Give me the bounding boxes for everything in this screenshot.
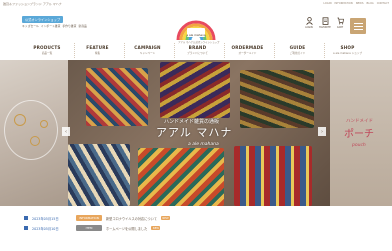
hero-caption-script: a ale mahana [188, 142, 219, 147]
sublink-new-items[interactable]: 新商品 [78, 24, 86, 28]
news-title[interactable]: 新型コロナウイルスの対応について [106, 216, 157, 221]
top-link-login[interactable]: LOGIN [323, 2, 331, 5]
nav-feature-label: FEATURE [86, 45, 109, 50]
calendar-icon [24, 216, 28, 220]
menu-line-icon [353, 28, 363, 30]
favorite-button[interactable]: FAVORITE [318, 17, 332, 29]
top-link-blog[interactable]: BLOG [367, 2, 374, 5]
nav-brand-sub: ブランドについて [187, 52, 208, 55]
right-caption-script: pouch [352, 143, 366, 148]
slide-current: ハンドメイド雑貨の通販 アアル マハナ a ale mahana [68, 60, 330, 206]
top-link-news[interactable]: NEWS [356, 2, 364, 5]
new-badge: NEW [151, 226, 161, 230]
nav-campaign-sub: キャンペーン [139, 52, 156, 55]
site-tagline: 雑貨＆ファッションブランド アアル マハナ [3, 1, 62, 6]
news-item[interactable]: 2023年05月10日 ITEM ホームページを公開しました NEW [24, 223, 364, 233]
nav-products-sub: 商品一覧 [41, 52, 53, 55]
chevron-right-icon: › [321, 128, 323, 135]
chevron-left-icon: ‹ [65, 128, 67, 135]
site-header: 公式オンラインショップ キッズセール インポート雑貨 手作り雑貨 新商品 a a… [0, 7, 392, 44]
slide-prev-preview [0, 60, 68, 206]
nav-ordermade-label: ORDERMADE [231, 45, 264, 50]
nav-campaign[interactable]: CAMPAIGN キャンペーン [124, 43, 170, 58]
pouch-image [160, 62, 230, 118]
nav-guide-sub: ご利用ガイド [289, 52, 306, 55]
news-list: 2023年05月15日 INFORMATION 新型コロナウイルスの対応について… [24, 213, 364, 233]
pouch-image [86, 68, 148, 126]
top-links: LOGIN INFORMATION NEWS BLOG CONTACT [323, 2, 389, 5]
right-caption-main: ポーチ [344, 129, 374, 140]
cart-button[interactable]: CART [333, 17, 347, 29]
logo-wordmark: a ale mahana [186, 33, 206, 37]
nav-guide-label: GUIDE [289, 45, 306, 50]
top-bar: 雑貨＆ファッションブランド アアル マハナ LOGIN INFORMATION … [0, 0, 392, 7]
nav-shop[interactable]: SHOP a ale mahana ショップ [324, 43, 370, 58]
new-badge: NEW [160, 216, 171, 220]
nav-shop-sub: a ale mahana ショップ [333, 52, 362, 55]
official-shop-badge[interactable]: 公式オンラインショップ [22, 16, 64, 23]
favorite-label: FAVORITE [319, 26, 331, 29]
slider-prev-button[interactable]: ‹ [62, 127, 70, 136]
menu-line-icon [353, 22, 363, 24]
heart-icon [322, 17, 328, 25]
menu-line-icon [353, 25, 363, 27]
hero-caption-main: アアル マハナ [156, 126, 233, 139]
top-link-contact[interactable]: CONTACT [377, 2, 389, 5]
pouch-image [240, 70, 314, 128]
news-category-badge: ITEM [76, 225, 102, 231]
hamburger-menu-button[interactable] [350, 18, 366, 34]
user-icon [305, 17, 313, 25]
sublink-handmade[interactable]: 手作り雑貨 [62, 24, 76, 28]
nav-ordermade-sub: オーダーメイド [238, 52, 257, 55]
login-label: LOGIN [305, 26, 313, 29]
nav-feature-sub: 特集 [94, 52, 101, 55]
nav-campaign-label: CAMPAIGN [134, 45, 161, 50]
login-button[interactable]: LOGIN [302, 17, 316, 29]
plate-image [4, 100, 58, 160]
nav-shop-label: SHOP [340, 45, 355, 50]
nav-products[interactable]: PRODUCTS 商品一覧 [24, 43, 70, 58]
news-item[interactable]: 2023年05月15日 INFORMATION 新型コロナウイルスの対応について… [24, 213, 364, 223]
pouch-image [138, 148, 224, 206]
header-sublinks: キッズセール インポート雑貨 手作り雑貨 新商品 [22, 24, 87, 28]
cart-label: CART [336, 26, 344, 29]
news-date: 2023年05月10日 [32, 226, 59, 231]
hero-slider[interactable]: ハンドメイド雑貨の通販 アアル マハナ a ale mahana ハンドメイド … [0, 60, 392, 206]
cart-icon [337, 17, 344, 25]
news-title[interactable]: ホームページを公開しました [106, 226, 147, 231]
slide-next-preview: ハンドメイド ポーチ pouch [330, 60, 392, 206]
top-link-information[interactable]: INFORMATION [335, 2, 353, 5]
pouch-image [68, 144, 130, 206]
news-date: 2023年05月15日 [32, 216, 59, 221]
nav-brand-label: BRAND [188, 45, 207, 50]
right-caption-small: ハンドメイド [346, 119, 373, 124]
sublink-kids-sale[interactable]: キッズセール [22, 24, 39, 28]
pouch-image [234, 146, 312, 206]
nav-products-label: PRODUCTS [33, 45, 61, 50]
news-category-badge: INFORMATION [76, 215, 102, 221]
sublink-import[interactable]: インポート雑貨 [41, 24, 61, 28]
global-nav: PRODUCTS 商品一覧 FEATURE 特集 CAMPAIGN キャンペーン BR… [0, 43, 392, 58]
rainbow-logo[interactable] [174, 10, 218, 44]
nav-brand[interactable]: BRAND ブランドについて [174, 43, 220, 58]
nav-feature[interactable]: FEATURE 特集 [74, 43, 120, 58]
calendar-icon [24, 226, 28, 230]
nav-guide[interactable]: GUIDE ご利用ガイド [274, 43, 320, 58]
slider-next-button[interactable]: › [318, 127, 326, 136]
nav-ordermade[interactable]: ORDERMADE オーダーメイド [224, 43, 270, 58]
